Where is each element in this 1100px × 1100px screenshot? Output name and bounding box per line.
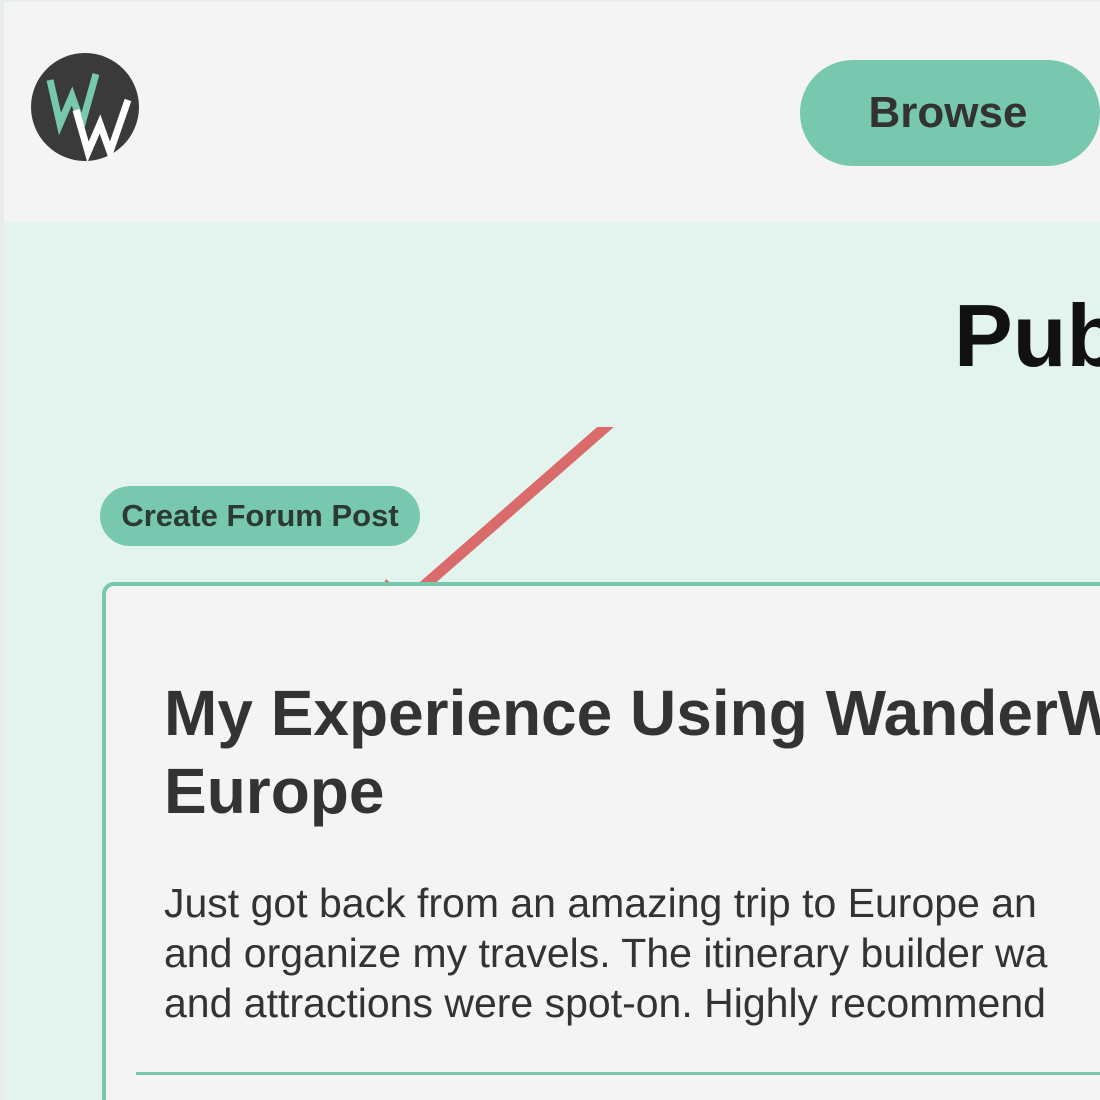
- browse-button[interactable]: Browse: [800, 60, 1100, 166]
- page: Browse Pub Create Forum Post My Experien…: [0, 0, 1100, 1100]
- logo-icon[interactable]: [30, 52, 140, 162]
- page-title: Pub: [954, 286, 1100, 385]
- forum-post-card[interactable]: My Experience Using WanderW Europe Just …: [102, 582, 1100, 1100]
- create-forum-post-button[interactable]: Create Forum Post: [100, 486, 420, 546]
- header: Browse: [4, 0, 1100, 222]
- post-title[interactable]: My Experience Using WanderW Europe: [164, 674, 1100, 830]
- forum-main: Pub Create Forum Post My Experience Usin…: [4, 222, 1100, 1100]
- post-divider: [136, 1072, 1100, 1075]
- post-body: Just got back from an amazing trip to Eu…: [164, 880, 1048, 1026]
